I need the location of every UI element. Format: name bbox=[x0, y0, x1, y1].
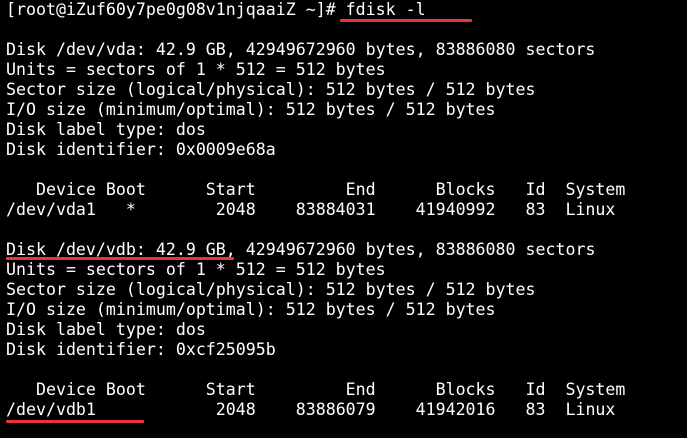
partition-row: /dev/vda1 * 2048 83884031 41940992 83 Li… bbox=[6, 200, 616, 219]
prompt-command: fdisk -l bbox=[345, 0, 426, 19]
disk-vdb-io-size: I/O size (minimum/optimal): 512 bytes / … bbox=[6, 300, 496, 319]
disk-vda-io-size: I/O size (minimum/optimal): 512 bytes / … bbox=[6, 100, 496, 119]
disk-vdb-label-type: Disk label type: dos bbox=[6, 320, 206, 339]
terminal-window[interactable]: [root@iZuf60y7pe0g08v1njqaaiZ ~]# fdisk … bbox=[0, 0, 687, 438]
disk-vda-header: Disk /dev/vda: 42.9 GB, 42949672960 byte… bbox=[6, 40, 596, 59]
disk-vdb-sector-size: Sector size (logical/physical): 512 byte… bbox=[6, 280, 536, 299]
disk-vda-sector-size: Sector size (logical/physical): 512 byte… bbox=[6, 80, 536, 99]
disk-vda-units: Units = sectors of 1 * 512 = 512 bytes bbox=[6, 60, 386, 79]
disk-vdb-header: Disk /dev/vdb: 42.9 GB, 42949672960 byte… bbox=[6, 240, 687, 260]
partition-table-header: Device Boot Start End Blocks Id System bbox=[6, 180, 626, 199]
partition-table-header: Device Boot Start End Blocks Id System bbox=[6, 380, 626, 399]
prompt-line: [root@iZuf60y7pe0g08v1njqaaiZ ~]# fdisk … bbox=[6, 0, 687, 22]
partition-row-rest: 2048 83886079 41942016 83 Linux bbox=[95, 400, 616, 419]
disk-vdb-units: Units = sectors of 1 * 512 = 512 bytes bbox=[6, 260, 386, 279]
partition-row: /dev/vdb1 2048 83886079 41942016 83 Linu… bbox=[6, 400, 687, 423]
underline-vdb1-device bbox=[6, 420, 144, 423]
disk-vda-label-type: Disk label type: dos bbox=[6, 120, 206, 139]
disk-vdb-header-rest: , 42949672960 bytes, 83886080 sectors bbox=[225, 240, 596, 259]
disk-vda-identifier: Disk identifier: 0x0009e68a bbox=[6, 140, 276, 159]
disk-vdb-identifier: Disk identifier: 0xcf25095b bbox=[6, 340, 276, 359]
underline-fdisk-command bbox=[340, 19, 472, 22]
prompt-user-host: [root@iZuf60y7pe0g08v1njqaaiZ ~]# bbox=[6, 0, 346, 19]
partition-device-vdb1: /dev/vdb1 bbox=[6, 400, 96, 419]
